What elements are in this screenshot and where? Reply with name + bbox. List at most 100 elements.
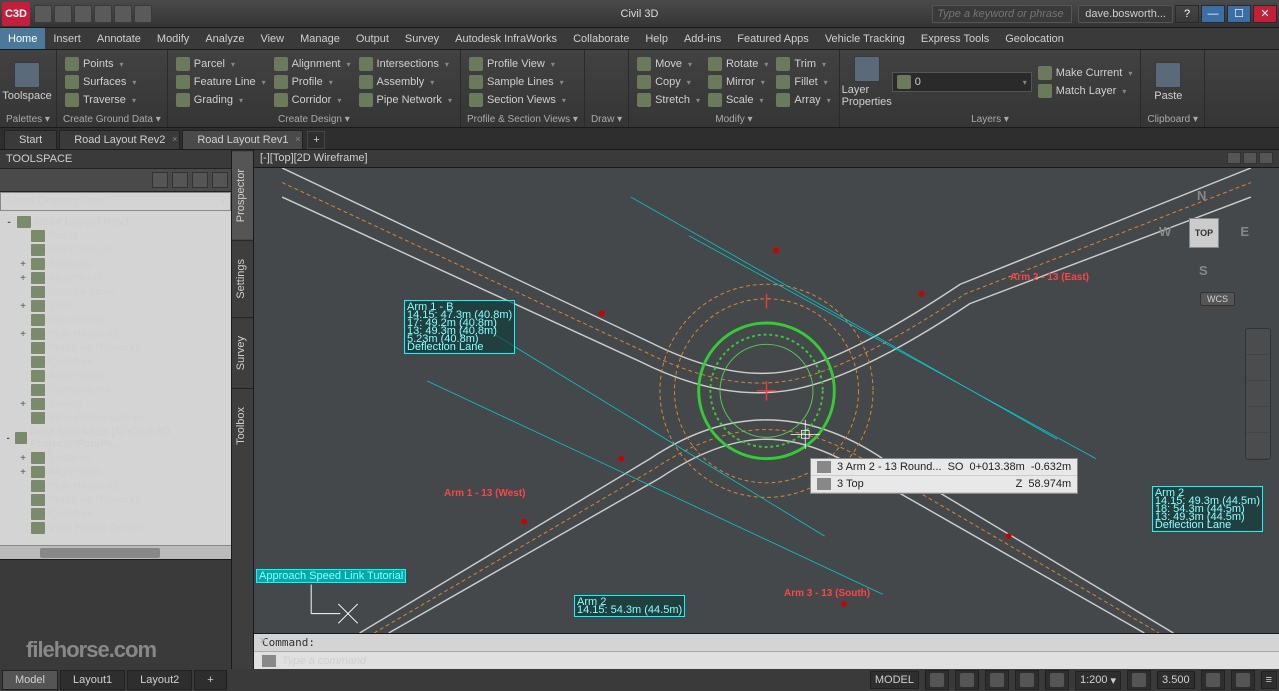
- scale-button[interactable]: Scale▾: [706, 92, 770, 108]
- ribbon-tab-help[interactable]: Help: [637, 28, 676, 49]
- customize-button[interactable]: ≡: [1261, 671, 1277, 689]
- doc-tab-road-layout-rev2[interactable]: Road Layout Rev2×: [59, 130, 180, 149]
- tree-node[interactable]: +Pipe Networks: [2, 327, 229, 341]
- prospector-tree[interactable]: -Road Layout Rev1PointsPoint Groups+Surf…: [0, 211, 231, 545]
- qat-undo-icon[interactable]: [94, 5, 112, 23]
- points-button[interactable]: Points▾: [63, 56, 138, 72]
- nav-zoom-icon[interactable]: [1246, 381, 1270, 407]
- doc-tab-road-layout-rev1[interactable]: Road Layout Rev1×: [182, 130, 303, 149]
- traverse-button[interactable]: Traverse▾: [63, 92, 138, 108]
- fillet-button[interactable]: Fillet▾: [774, 74, 832, 90]
- doc-tab-start[interactable]: Start: [4, 130, 57, 149]
- profile-view-button[interactable]: Profile View▾: [467, 56, 568, 72]
- ribbon-tab-express-tools[interactable]: Express Tools: [913, 28, 997, 49]
- side-tab-survey[interactable]: Survey: [232, 317, 253, 388]
- tree-node[interactable]: +Alignments: [2, 465, 229, 479]
- decimal-display[interactable]: 3.500: [1157, 671, 1195, 689]
- command-history[interactable]: Command:: [254, 634, 1279, 651]
- panel-title[interactable]: Create Ground Data ▾: [63, 112, 161, 125]
- side-tab-toolbox[interactable]: Toolbox: [232, 388, 253, 463]
- user-menu[interactable]: dave.bosworth...: [1078, 5, 1173, 23]
- tree-node[interactable]: Assemblies: [2, 369, 229, 383]
- model-viewport[interactable]: N S E W TOP WCS 3 Arm 2 - 13 Round...: [254, 168, 1279, 633]
- panel-title[interactable]: Draw ▾: [591, 112, 622, 125]
- model-space-button[interactable]: MODEL: [870, 671, 919, 689]
- profile-button[interactable]: Profile▾: [272, 74, 353, 90]
- close-button[interactable]: ✕: [1253, 5, 1277, 23]
- tree-node[interactable]: Corridors: [2, 355, 229, 369]
- panel-title[interactable]: Modify ▾: [635, 112, 833, 125]
- close-tab-icon[interactable]: ×: [172, 134, 177, 144]
- compass-e[interactable]: E: [1240, 224, 1249, 239]
- polar-toggle[interactable]: [1015, 670, 1039, 690]
- paste-button[interactable]: Paste: [1147, 52, 1189, 112]
- compass-n[interactable]: N: [1197, 188, 1206, 203]
- panel-title[interactable]: Clipboard ▾: [1147, 112, 1198, 125]
- ribbon-tab-manage[interactable]: Manage: [292, 28, 348, 49]
- tree-node[interactable]: View Frame Groups: [2, 411, 229, 425]
- ts-tool-icon[interactable]: [192, 172, 208, 188]
- ribbon-tab-insert[interactable]: Insert: [45, 28, 89, 49]
- panel-title[interactable]: Profile & Section Views ▾: [467, 112, 578, 125]
- ts-tool-icon[interactable]: [152, 172, 168, 188]
- compass-w[interactable]: W: [1159, 224, 1171, 239]
- parcel-button[interactable]: Parcel▾: [174, 56, 268, 72]
- qat-new-icon[interactable]: [34, 5, 52, 23]
- compass-s[interactable]: S: [1199, 263, 1208, 278]
- clean-screen[interactable]: [1231, 670, 1255, 690]
- toolspace-button[interactable]: Toolspace: [6, 52, 48, 112]
- tree-node[interactable]: Catchments: [2, 313, 229, 327]
- minimize-button[interactable]: —: [1201, 5, 1225, 23]
- panel-title[interactable]: Create Design ▾: [174, 112, 454, 125]
- ribbon-tab-survey[interactable]: Survey: [397, 28, 447, 49]
- nav-wheel-icon[interactable]: [1246, 329, 1270, 355]
- panel-title[interactable]: Layers ▾: [846, 112, 1135, 125]
- tree-node[interactable]: Pipe Networks: [2, 479, 229, 493]
- add-layout-button[interactable]: +: [194, 670, 226, 690]
- close-tab-icon[interactable]: ×: [295, 134, 300, 144]
- active-view-dropdown[interactable]: Active Drawing View ▾: [0, 192, 231, 211]
- viewport-label[interactable]: [-][Top][2D Wireframe]: [260, 152, 368, 165]
- expand-icon[interactable]: +: [18, 453, 28, 464]
- section-views-button[interactable]: Section Views▾: [467, 92, 568, 108]
- layout-tab-layout2[interactable]: Layout2: [127, 670, 192, 690]
- corridor-button[interactable]: Corridor▾: [272, 92, 353, 108]
- feature-line-button[interactable]: Feature Line▾: [174, 74, 268, 90]
- tree-node[interactable]: Intersections: [2, 383, 229, 397]
- expand-icon[interactable]: -: [4, 433, 12, 444]
- tree-node[interactable]: View Frame Groups: [2, 521, 229, 535]
- tree-node[interactable]: Point Groups: [2, 243, 229, 257]
- qat-save-icon[interactable]: [74, 5, 92, 23]
- cmdline-close-icon[interactable]: ×: [256, 634, 270, 648]
- array-button[interactable]: Array▾: [774, 92, 832, 108]
- tree-node[interactable]: Corridors: [2, 507, 229, 521]
- nav-showmotion-icon[interactable]: [1246, 433, 1270, 459]
- qat-redo-icon[interactable]: [114, 5, 132, 23]
- layout-tab-model[interactable]: Model: [2, 670, 58, 690]
- stretch-button[interactable]: Stretch▾: [635, 92, 702, 108]
- panel-title[interactable]: Palettes ▾: [6, 112, 50, 125]
- ribbon-tab-geolocation[interactable]: Geolocation: [997, 28, 1072, 49]
- sample-lines-button[interactable]: Sample Lines▾: [467, 74, 568, 90]
- tree-node[interactable]: Pressure Networks: [2, 493, 229, 507]
- ortho-toggle[interactable]: [985, 670, 1009, 690]
- ribbon-tab-home[interactable]: Home: [0, 28, 45, 49]
- layer-properties-button[interactable]: Layer Properties: [846, 52, 888, 112]
- snap-toggle[interactable]: [955, 670, 979, 690]
- viewport-max-icon[interactable]: [1243, 152, 1257, 164]
- mirror-button[interactable]: Mirror▾: [706, 74, 770, 90]
- tree-node[interactable]: +Sites: [2, 299, 229, 313]
- expand-icon[interactable]: +: [18, 467, 28, 478]
- assembly-button[interactable]: Assembly▾: [357, 74, 454, 90]
- tree-node[interactable]: Feature Lines: [2, 285, 229, 299]
- match-layer-button[interactable]: Match Layer▾: [1036, 83, 1135, 99]
- ribbon-tab-annotate[interactable]: Annotate: [89, 28, 149, 49]
- expand-icon[interactable]: -: [4, 217, 14, 228]
- tree-node[interactable]: Pressure Networks: [2, 341, 229, 355]
- expand-icon[interactable]: +: [18, 273, 28, 284]
- view-cube-top[interactable]: TOP: [1189, 218, 1219, 248]
- ribbon-tab-output[interactable]: Output: [348, 28, 397, 49]
- expand-icon[interactable]: +: [18, 259, 28, 270]
- tree-node[interactable]: +Surfaces: [2, 451, 229, 465]
- side-tab-settings[interactable]: Settings: [232, 240, 253, 317]
